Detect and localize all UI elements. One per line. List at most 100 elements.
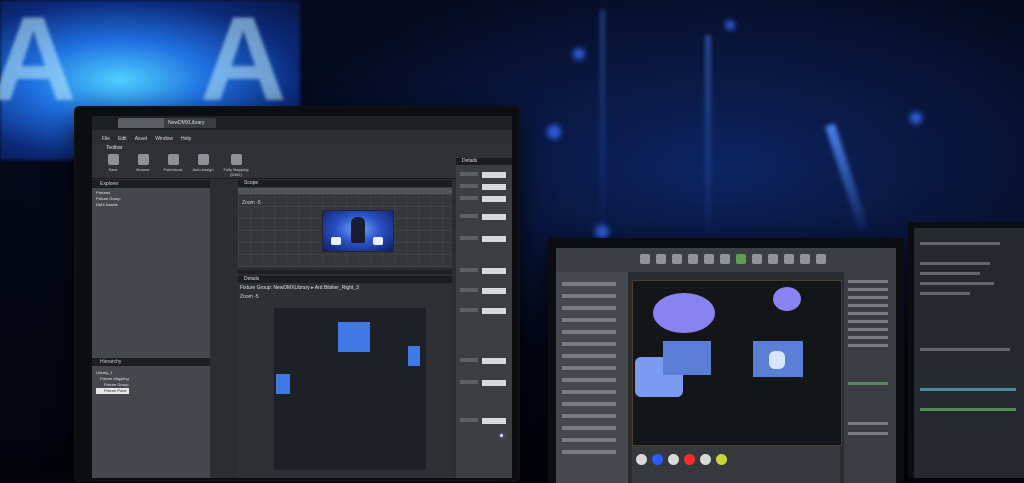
fixture-block[interactable] (276, 374, 290, 394)
property-row[interactable] (460, 172, 508, 178)
auto-assign-label: Auto Assign (192, 167, 214, 172)
menu-help[interactable]: Help (181, 136, 191, 142)
fixture-block[interactable] (408, 346, 420, 366)
list-item[interactable] (562, 426, 616, 430)
light-shape (653, 293, 715, 333)
text-line (920, 272, 980, 275)
property-row[interactable] (460, 236, 508, 242)
property-row[interactable] (460, 380, 508, 386)
selected-object[interactable] (663, 341, 711, 375)
text-line (920, 348, 1010, 351)
menu-asset[interactable]: Asset (135, 136, 148, 142)
text-line (920, 242, 1000, 245)
list-item[interactable] (562, 282, 616, 286)
tool-icon[interactable] (768, 254, 778, 264)
zoom-label: Zoom -5 (240, 294, 259, 300)
fixture-canvas[interactable] (274, 308, 426, 470)
play-icon[interactable] (736, 254, 746, 264)
property-row[interactable] (460, 184, 508, 190)
light-effect (373, 237, 383, 245)
fixture-path-breadcrumb[interactable]: Fixture Group: NewDMXLibrary ▸ Ard Bibil… (240, 285, 359, 291)
list-item[interactable] (562, 378, 616, 382)
list-item[interactable] (562, 294, 616, 298)
timeline-track[interactable] (920, 408, 1016, 411)
fully-mapping-label: Fully Mapping (DMX) (223, 167, 249, 177)
timeline-track[interactable] (920, 388, 1016, 391)
tool-icon[interactable] (752, 254, 762, 264)
auto-assign-icon (197, 154, 209, 165)
list-item[interactable] (562, 330, 616, 334)
list-item[interactable] (562, 366, 616, 370)
main-monitor: NewDMXLibrary File Edit Asset Window Hel… (76, 108, 518, 480)
tool-icon[interactable] (672, 254, 682, 264)
patchbook-button[interactable]: Patchbook (158, 154, 188, 172)
list-item[interactable] (562, 318, 616, 322)
swatch[interactable] (652, 454, 663, 465)
property-row[interactable] (460, 214, 508, 220)
scope-header: Scope (238, 180, 452, 187)
fixture-block[interactable] (338, 322, 370, 352)
list-item[interactable] (562, 414, 616, 418)
swatch[interactable] (716, 454, 727, 465)
swatch[interactable] (684, 454, 695, 465)
title-bar: NewDMXLibrary (92, 116, 512, 130)
swatch[interactable] (668, 454, 679, 465)
auto-assign-button[interactable]: Auto Assign (188, 154, 218, 172)
tree-item[interactable]: DMX Assets (96, 202, 120, 208)
text-line (920, 262, 990, 265)
explorer-header: Explorer (92, 180, 210, 188)
explorer-panel: Explorer Fixtures Fixture Group DMX Asse… (92, 180, 210, 478)
list-item[interactable] (848, 288, 888, 291)
list-item[interactable] (562, 354, 616, 358)
save-label: Save (108, 167, 118, 172)
menu-file[interactable]: File (102, 136, 110, 142)
status-row[interactable] (848, 382, 888, 385)
list-item[interactable] (562, 450, 616, 454)
toolbar-title: Toolbar (106, 145, 123, 151)
swatch[interactable] (700, 454, 711, 465)
list-item[interactable] (848, 328, 888, 331)
tool-icon[interactable] (784, 254, 794, 264)
property-row[interactable] (460, 268, 508, 274)
tool-icon[interactable] (816, 254, 826, 264)
list-item[interactable] (562, 402, 616, 406)
list-item[interactable] (848, 336, 888, 339)
patchbook-label: Patchbook (163, 167, 183, 172)
list-item[interactable] (562, 306, 616, 310)
tool-icon[interactable] (704, 254, 714, 264)
browse-button[interactable]: Browse (128, 154, 158, 172)
patchbook-icon (167, 154, 179, 165)
save-button[interactable]: Save (98, 154, 128, 172)
fully-mapping-button[interactable]: Fully Mapping (DMX) (218, 154, 254, 177)
property-row[interactable] (460, 288, 508, 294)
list-item[interactable] (848, 304, 888, 307)
menu-edit[interactable]: Edit (118, 136, 127, 142)
property-row[interactable] (460, 196, 508, 202)
list-item[interactable] (848, 320, 888, 323)
menu-window[interactable]: Window (155, 136, 173, 142)
property-row[interactable] (460, 358, 508, 364)
list-item[interactable] (848, 432, 888, 435)
document-tab[interactable] (118, 118, 170, 128)
list-item[interactable] (562, 390, 616, 394)
list-item[interactable] (848, 312, 888, 315)
tree-item-selected[interactable]: Fixture Point (96, 388, 129, 394)
document-tab[interactable]: NewDMXLibrary (164, 118, 216, 128)
panel-splitter[interactable] (238, 270, 452, 274)
list-item[interactable] (848, 296, 888, 299)
property-row[interactable] (460, 308, 508, 314)
list-item[interactable] (848, 280, 888, 283)
tool-icon[interactable] (640, 254, 650, 264)
swatch[interactable] (636, 454, 647, 465)
light-beam (705, 35, 711, 235)
tool-icon[interactable] (720, 254, 730, 264)
property-row[interactable] (460, 418, 508, 424)
tool-icon[interactable] (656, 254, 666, 264)
list-item[interactable] (562, 342, 616, 346)
3d-viewport[interactable] (632, 280, 842, 446)
list-item[interactable] (848, 344, 888, 347)
tool-icon[interactable] (800, 254, 810, 264)
list-item[interactable] (848, 422, 888, 425)
tool-icon[interactable] (688, 254, 698, 264)
list-item[interactable] (562, 438, 616, 442)
